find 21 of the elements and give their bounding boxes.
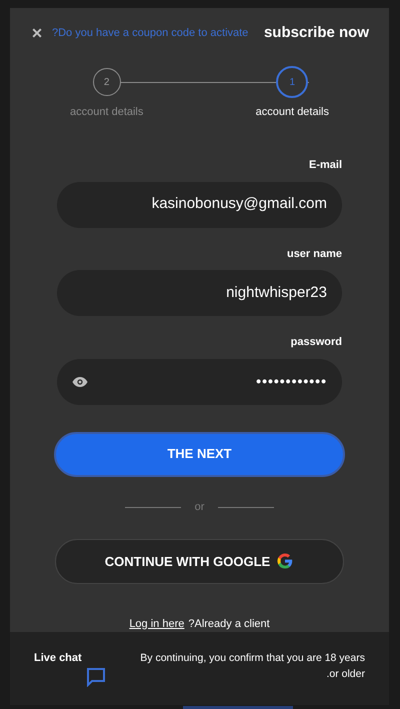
field-label: E-mail [308,158,342,174]
field-label: user name [286,246,342,262]
step-label: account details [256,105,329,120]
google-button[interactable]: CONTINUE WITH GOOGLE [55,539,344,584]
step-label: account details [70,105,144,120]
field-label: password [290,335,342,350]
next-button[interactable]: THE NEXT [54,432,345,477]
google-button-label: CONTINUE WITH GOOGLE [104,552,270,571]
modal-title: subscribe now [264,22,369,43]
login-prompt: ?Already a client [188,616,270,632]
input-field[interactable]: kasinobonusy@gmail.com [57,182,342,228]
live-chat-label: Live chat [34,651,82,664]
input-field[interactable]: nightwhisper23 [57,270,342,316]
age-notice: By continuing, you confirm that you are 18 years .or older [139,651,365,682]
login-link[interactable]: Log in here [129,616,184,632]
eye-icon[interactable] [72,376,88,388]
divider-text: or [194,500,204,515]
close-button[interactable]: × [30,24,44,42]
chat-icon[interactable] [86,667,106,687]
google-icon [276,552,294,570]
input-field[interactable]: •••••••••••• [57,358,342,405]
